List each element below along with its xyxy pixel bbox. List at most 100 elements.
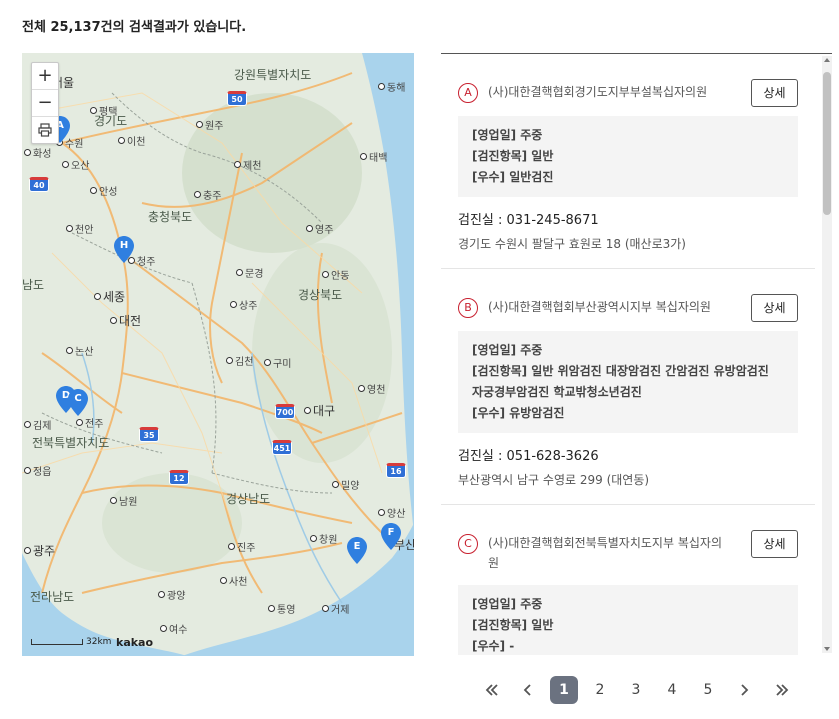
info-box: [영업일] 주중 [검진항목] 일반 [우수] - (458, 585, 798, 655)
map-label: 문경 (236, 269, 263, 281)
highway-shield: 451 (272, 440, 292, 455)
search-result-summary: 전체 25,137건의 검색결과가 있습니다. (22, 20, 247, 35)
results-scrollbar[interactable] (822, 56, 832, 653)
map-label: 김천 (226, 357, 253, 369)
map-label: 경상북도 (298, 288, 343, 302)
page-button-1[interactable]: 1 (550, 676, 578, 704)
info-line: [검진항목] 일반 (472, 149, 554, 163)
map-label: 대전 (110, 315, 141, 327)
map-scale: 32km (31, 637, 111, 647)
map-label: 진주 (228, 543, 255, 555)
map-label: 평택 (90, 107, 117, 119)
marker-badge: A (458, 83, 478, 103)
chevron-left-icon[interactable] (514, 676, 542, 704)
map-label: 광양 (158, 591, 185, 603)
highway-shield: 40 (29, 177, 49, 192)
double-chevron-right-icon[interactable] (768, 676, 796, 704)
clinic-name[interactable]: (사)대한결핵협회경기도지부부설복십자의원 (488, 80, 728, 102)
address: 부산광역시 남구 수영로 299 (대연동) (458, 473, 650, 487)
scroll-down-arrow-icon[interactable] (824, 647, 830, 651)
zoom-out-button[interactable]: − (32, 90, 58, 117)
info-line: [우수] 일반검진 (472, 170, 554, 184)
map-label: 밀양 (332, 481, 359, 493)
map-label: 사천 (220, 577, 247, 589)
scroll-up-arrow-icon[interactable] (824, 58, 830, 62)
detail-button[interactable]: 상세 (751, 294, 798, 322)
page-button-2[interactable]: 2 (586, 676, 614, 704)
map-label: 구미 (264, 359, 291, 371)
map-label: 충청북도 (148, 210, 193, 224)
map-marker-f[interactable]: F (381, 523, 401, 550)
zoom-in-button[interactable]: + (32, 63, 58, 90)
map-label: 양산 (378, 509, 405, 521)
highway-shield: 16 (386, 463, 406, 478)
map-label: 정읍 (24, 467, 51, 479)
map-label: 영천 (358, 385, 385, 397)
map-label: 상주 (230, 301, 257, 313)
address: 경기도 수원시 팔달구 효원로 18 (매산로3가) (458, 237, 686, 251)
map-label: 광주 (24, 545, 55, 557)
map-view[interactable]: 강원특별자치도 서울 경기도 동해 원주 평택 수원 이천 화성 오산 제천 태… (22, 53, 414, 656)
map-label: 오산 (62, 161, 89, 173)
map-label: 통영 (268, 605, 295, 617)
map-label: 태백 (360, 153, 387, 165)
clinic-name[interactable]: (사)대한결핵협회전북특별자치도지부 복십자의원 (488, 531, 728, 573)
highway-shield: 700 (275, 404, 295, 419)
result-item: A (사)대한결핵협회경기도지부부설복십자의원 상세 [영업일] 주중 [검진항… (441, 54, 815, 269)
map-label: 전라남도 (30, 590, 75, 604)
highway-shield: 12 (169, 470, 189, 485)
map-label: 논산 (66, 347, 93, 359)
info-line: [검진항목] 일반 위암검진 대장암검진 간암검진 유방암검진 자궁경부암검진 … (472, 364, 769, 399)
page-button-5[interactable]: 5 (694, 676, 722, 704)
map-marker-e[interactable]: E (347, 537, 367, 564)
map-label: 거제 (322, 605, 349, 617)
highway-shield: 50 (227, 91, 247, 106)
scrollbar-thumb[interactable] (823, 72, 831, 215)
detail-button[interactable]: 상세 (751, 79, 798, 107)
map-label: 영주 (306, 225, 333, 237)
page-button-3[interactable]: 3 (622, 676, 650, 704)
info-line: [우수] - (472, 639, 515, 653)
map-marker-c[interactable]: C (68, 389, 88, 416)
map-label: 충주 (194, 191, 221, 203)
info-line: [영업일] 주중 (472, 128, 543, 142)
results-panel[interactable]: A (사)대한결핵협회경기도지부부설복십자의원 상세 [영업일] 주중 [검진항… (441, 53, 832, 655)
chevron-right-icon[interactable] (730, 676, 758, 704)
clinic-name[interactable]: (사)대한결핵협회부산광역시지부 복십자의원 (488, 295, 728, 317)
map-label: 천안 (66, 225, 93, 237)
phone-number: 검진실 : 051-628-3626 (458, 449, 599, 464)
info-line: [영업일] 주중 (472, 343, 543, 357)
map-brand-logo: kakao (116, 636, 154, 649)
phone-number: 검진실 : 031-245-8671 (458, 213, 599, 228)
map-label: 김제 (24, 421, 51, 433)
double-chevron-left-icon[interactable] (478, 676, 506, 704)
result-item: C (사)대한결핵협회전북특별자치도지부 복십자의원 상세 [영업일] 주중 [… (441, 505, 815, 655)
info-box: [영업일] 주중 [검진항목] 일반 [우수] 일반검진 (458, 116, 798, 197)
map-label: 안성 (90, 187, 117, 199)
map-label: 여수 (160, 625, 187, 637)
map-label: 남원 (110, 497, 137, 509)
map-zoom-control: + − (31, 62, 59, 144)
map-label: 전북특별자치도 (32, 436, 110, 450)
info-line: [우수] 유방암검진 (472, 406, 565, 420)
map-label: 대구 (304, 405, 335, 417)
map-label: 세종 (94, 291, 125, 303)
result-item: B (사)대한결핵협회부산광역시지부 복십자의원 상세 [영업일] 주중 [검진… (441, 269, 815, 505)
map-marker-h[interactable]: H (114, 236, 134, 263)
map-label: 전주 (76, 419, 103, 431)
info-box: [영업일] 주중 [검진항목] 일반 위암검진 대장암검진 간암검진 유방암검진… (458, 331, 798, 433)
highway-shield: 35 (139, 427, 159, 442)
map-label: 창원 (310, 535, 337, 547)
page-button-4[interactable]: 4 (658, 676, 686, 704)
map-label: 화성 (24, 149, 51, 161)
map-label: 강원특별자치도 (234, 68, 312, 82)
detail-button[interactable]: 상세 (751, 530, 798, 558)
map-label: 남도 (22, 278, 45, 292)
printer-icon[interactable] (32, 117, 58, 143)
map-label: 경상남도 (226, 492, 271, 506)
marker-badge: B (458, 298, 478, 318)
info-line: [영업일] 주중 (472, 597, 543, 611)
map-label: 동해 (378, 83, 405, 95)
map-label: 원주 (196, 121, 223, 133)
map-label: 제천 (234, 161, 261, 173)
